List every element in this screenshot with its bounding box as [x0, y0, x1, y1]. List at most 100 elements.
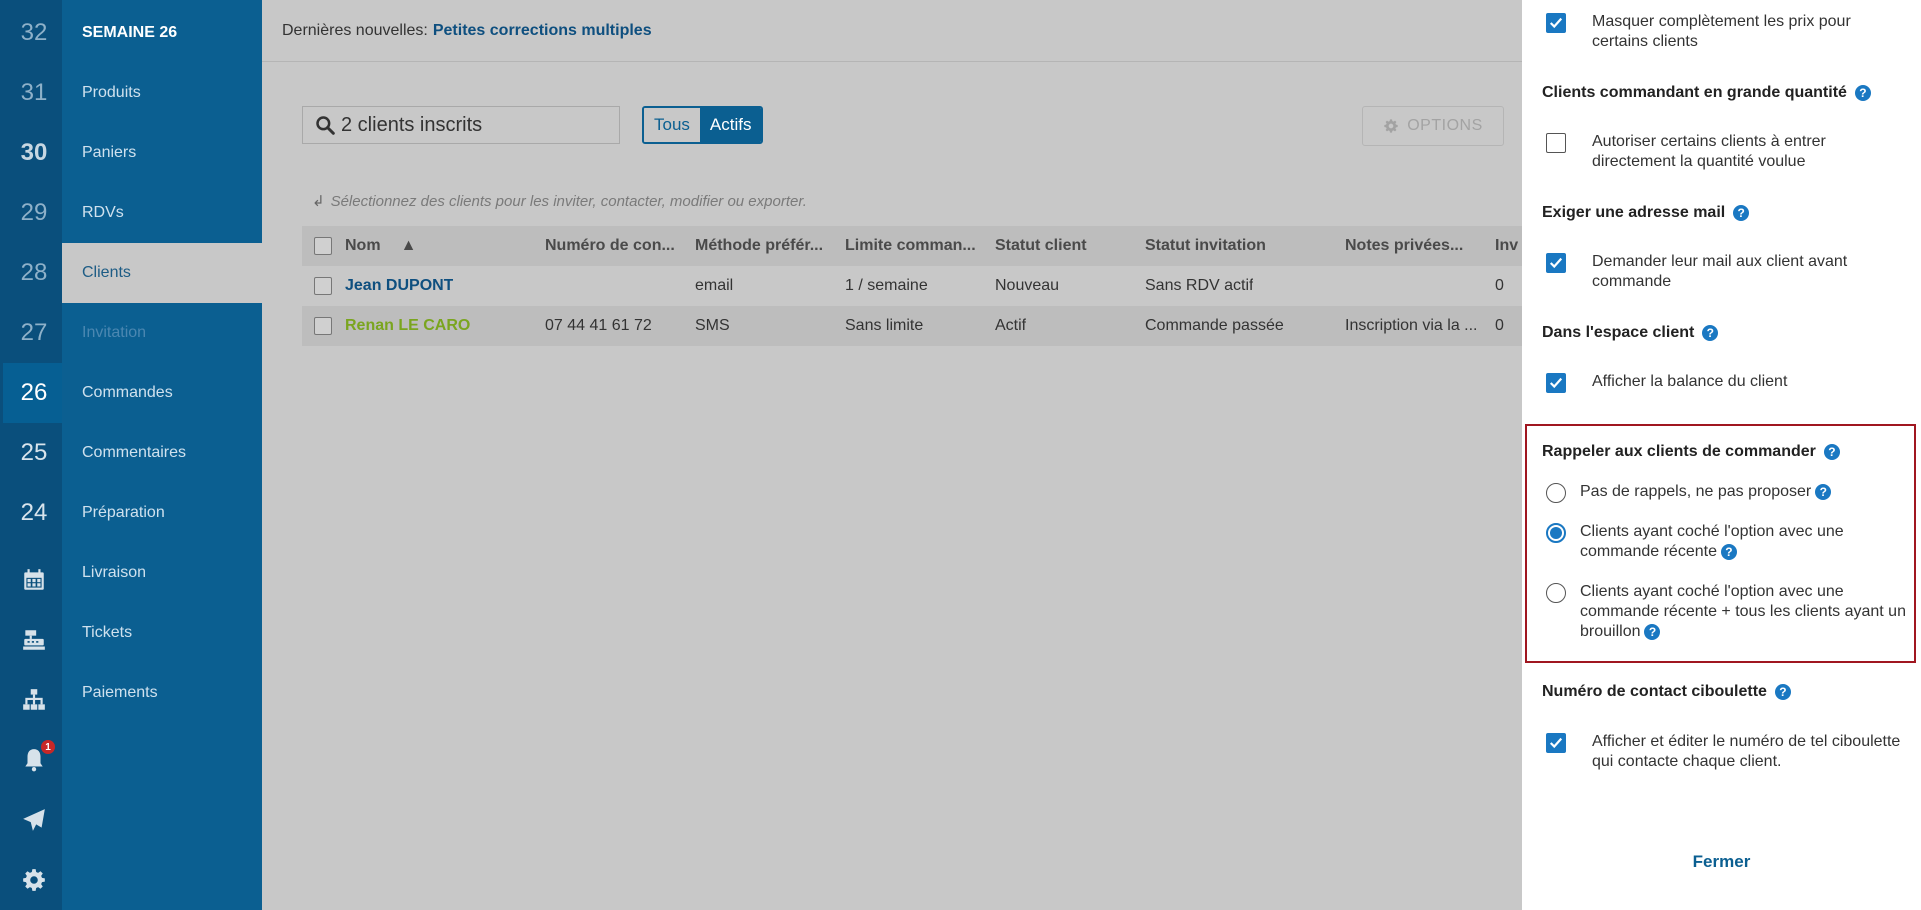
notification-badge: 1 — [41, 740, 55, 754]
options-button[interactable]: OPTIONS — [1362, 106, 1504, 146]
main-content: Dernières nouvelles: Petites corrections… — [262, 0, 1522, 910]
bell-icon[interactable]: 1 — [3, 730, 65, 790]
option-bulk-quantity[interactable]: Autoriser certains clients à entrer dire… — [1546, 132, 1906, 172]
radio-no-reminders[interactable]: Pas de rappels, ne pas proposer? — [1546, 482, 1906, 503]
checkbox-checked[interactable] — [1546, 253, 1566, 273]
week-25[interactable]: 25 — [3, 423, 65, 483]
column-header-limite[interactable]: Limite comman... — [845, 226, 990, 266]
week-29[interactable]: 29 — [3, 183, 65, 243]
news-prefix: Dernières nouvelles: — [282, 21, 428, 39]
help-icon[interactable]: ? — [1644, 623, 1661, 640]
week-27[interactable]: 27 — [3, 303, 65, 363]
table-row[interactable]: Jean DUPONT email 1 / semaine Nouveau Sa… — [302, 266, 1522, 306]
client-inv: 0 — [1495, 317, 1504, 334]
help-icon[interactable]: ? — [1733, 205, 1750, 221]
help-icon[interactable]: ? — [1854, 85, 1871, 101]
sidebar-item-tickets[interactable]: Tickets — [62, 603, 262, 663]
checkbox-checked[interactable] — [1546, 13, 1566, 33]
client-name[interactable]: Jean DUPONT — [345, 266, 453, 306]
help-icon[interactable]: ? — [1702, 325, 1719, 341]
help-icon[interactable]: ? — [1823, 444, 1840, 460]
option-require-email[interactable]: Demander leur mail aux client avant comm… — [1546, 252, 1906, 292]
column-header-statut-invitation[interactable]: Statut invitation — [1145, 226, 1266, 266]
week-32[interactable]: 32 — [3, 3, 65, 63]
return-arrow-icon: ↲ — [312, 193, 325, 210]
sidebar: SEMAINE 26 Produits Paniers RDVs Clients… — [62, 0, 262, 910]
sidebar-item-invitation[interactable]: Invitation — [62, 303, 262, 363]
sidebar-item-paniers[interactable]: Paniers — [62, 123, 262, 183]
column-header-inv[interactable]: Inv — [1495, 226, 1522, 266]
client-status: Actif — [995, 317, 1027, 334]
column-header-statut-client[interactable]: Statut client — [995, 226, 1087, 266]
option-label: Clients ayant coché l'option avec une co… — [1580, 523, 1844, 560]
week-24[interactable]: 24 — [3, 483, 65, 543]
client-method: email — [695, 277, 734, 294]
send-icon[interactable] — [3, 790, 65, 850]
section-reminder-title: Rappeler aux clients de commander? — [1542, 443, 1840, 461]
radio-recent-order-drafts[interactable]: Clients ayant coché l'option avec une co… — [1546, 582, 1906, 642]
gear-icon[interactable] — [3, 850, 65, 910]
filter-all-button[interactable]: Tous — [644, 108, 700, 142]
private-notes — [1345, 266, 1485, 306]
option-show-balance[interactable]: Afficher la balance du client — [1546, 372, 1906, 393]
calendar-icon[interactable] — [3, 550, 65, 610]
help-icon[interactable]: ? — [1720, 543, 1737, 560]
section-client-space-title: Dans l'espace client? — [1542, 324, 1719, 342]
option-hide-prices[interactable]: Masquer complètement les prix pour certa… — [1546, 12, 1906, 52]
private-notes: Inscription via la ... — [1345, 317, 1478, 334]
sidebar-item-clients[interactable]: Clients — [62, 243, 262, 303]
option-label: Afficher et éditer le numéro de tel cibo… — [1592, 733, 1901, 770]
close-link[interactable]: Fermer — [1522, 852, 1921, 872]
option-label: Clients ayant coché l'option avec une co… — [1580, 583, 1906, 640]
cash-register-icon[interactable] — [3, 610, 65, 670]
row-checkbox[interactable] — [314, 306, 332, 346]
row-checkbox[interactable] — [314, 266, 332, 306]
column-header-nom[interactable]: Nom ▲ — [345, 226, 416, 266]
week-30[interactable]: 30 — [3, 123, 65, 183]
week-26[interactable]: 26 — [3, 363, 65, 423]
invitation-status: Sans RDV actif — [1145, 277, 1254, 294]
sidebar-item-preparation[interactable]: Préparation — [62, 483, 262, 543]
checkbox-checked[interactable] — [1546, 733, 1566, 753]
sidebar-item-livraison[interactable]: Livraison — [62, 543, 262, 603]
client-method: SMS — [695, 317, 730, 334]
option-label: Afficher la balance du client — [1592, 373, 1788, 390]
column-header-methode[interactable]: Méthode préfér... — [695, 226, 835, 266]
client-limit: Sans limite — [845, 317, 924, 334]
radio-unselected[interactable] — [1546, 583, 1566, 603]
sidebar-item-commandes[interactable]: Commandes — [62, 363, 262, 423]
help-icon[interactable]: ? — [1774, 684, 1791, 700]
options-label: OPTIONS — [1407, 117, 1483, 134]
column-header-numero[interactable]: Numéro de con... — [545, 226, 685, 266]
news-link[interactable]: Petites corrections multiples — [433, 22, 652, 40]
search-value: 2 clients inscrits — [341, 113, 483, 136]
table-row[interactable]: Renan LE CARO 07 44 41 61 72 SMS Sans li… — [302, 306, 1522, 346]
client-name[interactable]: Renan LE CARO — [345, 306, 470, 346]
sort-ascending-icon: ▲ — [400, 237, 417, 254]
radio-selected[interactable] — [1546, 523, 1566, 543]
filter-active-button[interactable]: Actifs — [699, 108, 762, 142]
week-28[interactable]: 28 — [3, 243, 65, 303]
options-panel: Masquer complètement les prix pour certa… — [1522, 0, 1921, 910]
client-status: Nouveau — [995, 277, 1060, 294]
select-all-checkbox[interactable] — [314, 226, 332, 266]
checkbox-checked[interactable] — [1546, 373, 1566, 393]
hint-text: Sélectionnez des clients pour les invite… — [330, 192, 807, 210]
week-31[interactable]: 31 — [3, 63, 65, 123]
sidebar-item-rdvs[interactable]: RDVs — [62, 183, 262, 243]
option-contact-number[interactable]: Afficher et éditer le numéro de tel cibo… — [1546, 732, 1906, 772]
search-input[interactable]: 2 clients inscrits — [302, 106, 620, 144]
column-header-notes[interactable]: Notes privées... — [1345, 226, 1485, 266]
radio-recent-order[interactable]: Clients ayant coché l'option avec une co… — [1546, 522, 1906, 562]
selection-hint: ↲ Sélectionnez des clients pour les invi… — [312, 192, 807, 211]
sidebar-item-commentaires[interactable]: Commentaires — [62, 423, 262, 483]
sidebar-item-paiements[interactable]: Paiements — [62, 663, 262, 723]
section-contact-title: Numéro de contact ciboulette? — [1542, 683, 1791, 701]
option-label: Demander leur mail aux client avant comm… — [1592, 253, 1848, 290]
sidebar-item-produits[interactable]: Produits — [62, 63, 262, 123]
sitemap-icon[interactable] — [3, 670, 65, 730]
checkbox-unchecked[interactable] — [1546, 133, 1566, 153]
radio-unselected[interactable] — [1546, 483, 1566, 503]
option-label: Pas de rappels, ne pas proposer — [1580, 483, 1812, 500]
help-icon[interactable]: ? — [1815, 483, 1832, 500]
